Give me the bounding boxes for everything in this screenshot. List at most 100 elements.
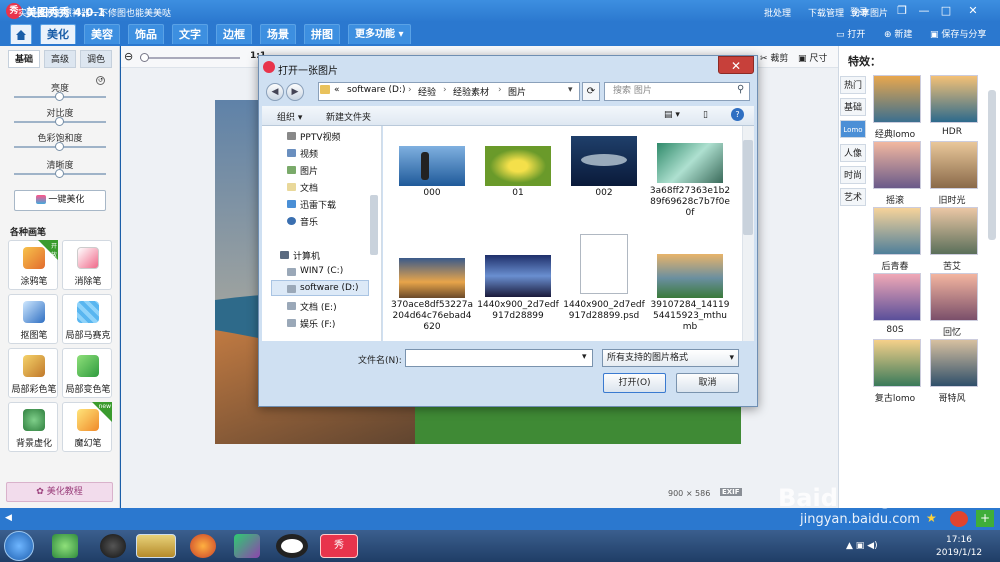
effect-thumb[interactable] xyxy=(873,207,921,255)
file-name[interactable]: 1440x900_2d7edf917d28899 xyxy=(477,300,559,322)
category-lomo[interactable]: Lomo xyxy=(840,120,866,138)
zoom-slider[interactable] xyxy=(140,57,240,59)
file-list-scroll-thumb[interactable] xyxy=(743,140,753,235)
explorer-icon[interactable] xyxy=(136,534,176,558)
clock-time[interactable]: 17:16 xyxy=(946,535,972,545)
tab-more[interactable]: 更多功能 ▾ xyxy=(348,24,411,44)
tab-scene[interactable]: 场景 xyxy=(260,24,296,44)
open-file-button[interactable]: 打开(O) xyxy=(603,373,666,393)
breadcrumb-drive[interactable]: software (D:) xyxy=(347,85,406,95)
minimize-icon[interactable]: — xyxy=(915,3,933,19)
file-name[interactable]: 370ace8df53227a204d64c76ebad4620 xyxy=(391,300,473,333)
slider-knob-sharpness[interactable] xyxy=(55,169,64,178)
tree-item[interactable]: 计算机 xyxy=(293,249,320,262)
cancel-button[interactable]: 取消 xyxy=(676,373,739,393)
eraser-pen-tool[interactable]: 消除笔 xyxy=(62,240,112,290)
file-name[interactable]: 000 xyxy=(391,188,473,199)
back-button[interactable]: ◀ xyxy=(266,83,284,101)
category-portrait[interactable]: 人像 xyxy=(840,144,866,162)
slider-knob-saturation[interactable] xyxy=(55,142,64,151)
tree-item[interactable]: 文档 xyxy=(300,181,318,194)
new-button[interactable]: ⊕ 新建 xyxy=(884,27,912,40)
breadcrumb-overflow[interactable]: « xyxy=(334,85,340,95)
tab-accessories[interactable]: 饰品 xyxy=(128,24,164,44)
tab-text[interactable]: 文字 xyxy=(172,24,208,44)
file-thumbnail[interactable] xyxy=(657,143,723,183)
file-name[interactable]: 1440x900_2d7edf917d28899.psd xyxy=(563,300,645,322)
tree-item[interactable]: 文档 (E:) xyxy=(300,300,337,313)
status-message[interactable]: 实时美颜拍照神器一不修图也能美美哒 xyxy=(18,6,171,19)
category-hot[interactable]: 热门 xyxy=(840,76,866,94)
breadcrumb-jingyan[interactable]: 经验 xyxy=(418,85,436,98)
document-icon[interactable] xyxy=(580,234,628,294)
tree-item[interactable]: 图片 xyxy=(300,164,318,177)
file-thumbnail[interactable] xyxy=(657,254,723,298)
star-icon[interactable]: ★ xyxy=(926,511,937,525)
share-image-button[interactable]: 分享图片 xyxy=(852,6,888,19)
zoom-out-icon[interactable]: ⊖ xyxy=(124,50,133,63)
effects-scrollbar[interactable] xyxy=(988,90,996,240)
browser-icon[interactable] xyxy=(52,534,78,558)
save-share-button[interactable]: ▣ 保存与分享 xyxy=(930,27,986,40)
filename-dropdown-icon[interactable]: ▾ xyxy=(582,352,587,362)
effect-thumb[interactable] xyxy=(930,207,978,255)
effect-thumb[interactable] xyxy=(930,273,978,321)
address-dropdown-icon[interactable]: ▾ xyxy=(568,85,573,95)
effect-thumb[interactable] xyxy=(930,75,978,123)
recolor-pen-tool[interactable]: 局部变色笔 xyxy=(62,348,112,398)
search-input[interactable]: 搜索 图片 xyxy=(604,82,750,101)
effect-thumb[interactable] xyxy=(873,273,921,321)
maximize-icon[interactable]: □ xyxy=(937,3,955,19)
mosaic-tool[interactable]: 局部马赛克 xyxy=(62,294,112,344)
breadcrumb-material[interactable]: 经验素材 xyxy=(453,85,489,98)
slider-knob-contrast[interactable] xyxy=(55,117,64,126)
background-blur-tool[interactable]: 背景虚化 xyxy=(8,402,58,452)
color-pen-tool[interactable]: 局部彩色笔 xyxy=(8,348,58,398)
file-name[interactable]: 002 xyxy=(563,188,645,199)
category-basic[interactable]: 基础 xyxy=(840,98,866,116)
file-thumbnail[interactable] xyxy=(485,255,551,297)
tree-item[interactable]: 视频 xyxy=(300,147,318,160)
tree-item[interactable]: 娱乐 (F:) xyxy=(300,317,335,330)
category-art[interactable]: 艺术 xyxy=(840,188,866,206)
tree-item[interactable]: PPTV视频 xyxy=(300,130,341,143)
dialog-close-button[interactable]: ✕ xyxy=(718,56,754,74)
restore-icon[interactable]: ❐ xyxy=(893,3,911,19)
clock-date[interactable]: 2019/1/12 xyxy=(936,548,982,558)
size-button[interactable]: ▣ 尺寸 xyxy=(798,51,827,64)
magic-pen-tool[interactable]: 魔幻笔 new xyxy=(62,402,112,452)
file-thumbnail[interactable] xyxy=(399,258,465,298)
doodle-pen-tool[interactable]: 涂鸦笔 开放 xyxy=(8,240,58,290)
batch-button[interactable]: 批处理 xyxy=(764,6,791,19)
filetype-select[interactable]: 所有支持的图片格式 ▾ xyxy=(602,349,739,367)
plus-icon[interactable]: + xyxy=(976,510,994,527)
filename-input[interactable] xyxy=(405,349,593,367)
close-icon[interactable]: ✕ xyxy=(961,3,985,19)
tab-border[interactable]: 边框 xyxy=(216,24,252,44)
forward-button[interactable]: ▶ xyxy=(286,83,304,101)
media-icon[interactable] xyxy=(234,534,260,558)
file-thumbnail[interactable] xyxy=(485,146,551,186)
meitu-taskbar-icon[interactable]: 秀 xyxy=(320,534,358,558)
subtab-basic[interactable]: 基础 xyxy=(8,50,40,68)
crop-button[interactable]: ✂ 裁剪 xyxy=(760,51,788,64)
file-name[interactable]: 3a68ff27363e1b289f69628c7b7f0e0f xyxy=(649,186,731,219)
cutout-pen-tool[interactable]: 抠图笔 xyxy=(8,294,58,344)
open-button[interactable]: ▭ 打开 xyxy=(836,27,865,40)
effect-thumb[interactable] xyxy=(930,339,978,387)
effect-thumb[interactable] xyxy=(873,339,921,387)
start-icon[interactable] xyxy=(4,531,34,561)
subtab-color[interactable]: 调色 xyxy=(80,50,112,68)
file-name[interactable]: 01 xyxy=(477,188,559,199)
effect-thumb[interactable] xyxy=(873,141,921,189)
download-manager-button[interactable]: 下载管理 xyxy=(808,6,844,19)
tree-item-selected[interactable]: software (D:) xyxy=(300,283,359,293)
tree-item[interactable]: 迅雷下载 xyxy=(300,198,336,211)
effect-thumb[interactable] xyxy=(873,75,921,123)
home-tab[interactable] xyxy=(10,24,32,44)
file-thumbnail[interactable] xyxy=(571,136,637,186)
weibo-icon[interactable] xyxy=(950,511,968,527)
new-folder-button[interactable]: 新建文件夹 xyxy=(326,110,371,123)
firefox-icon[interactable] xyxy=(190,534,216,558)
tab-beauty[interactable]: 美容 xyxy=(84,24,120,44)
